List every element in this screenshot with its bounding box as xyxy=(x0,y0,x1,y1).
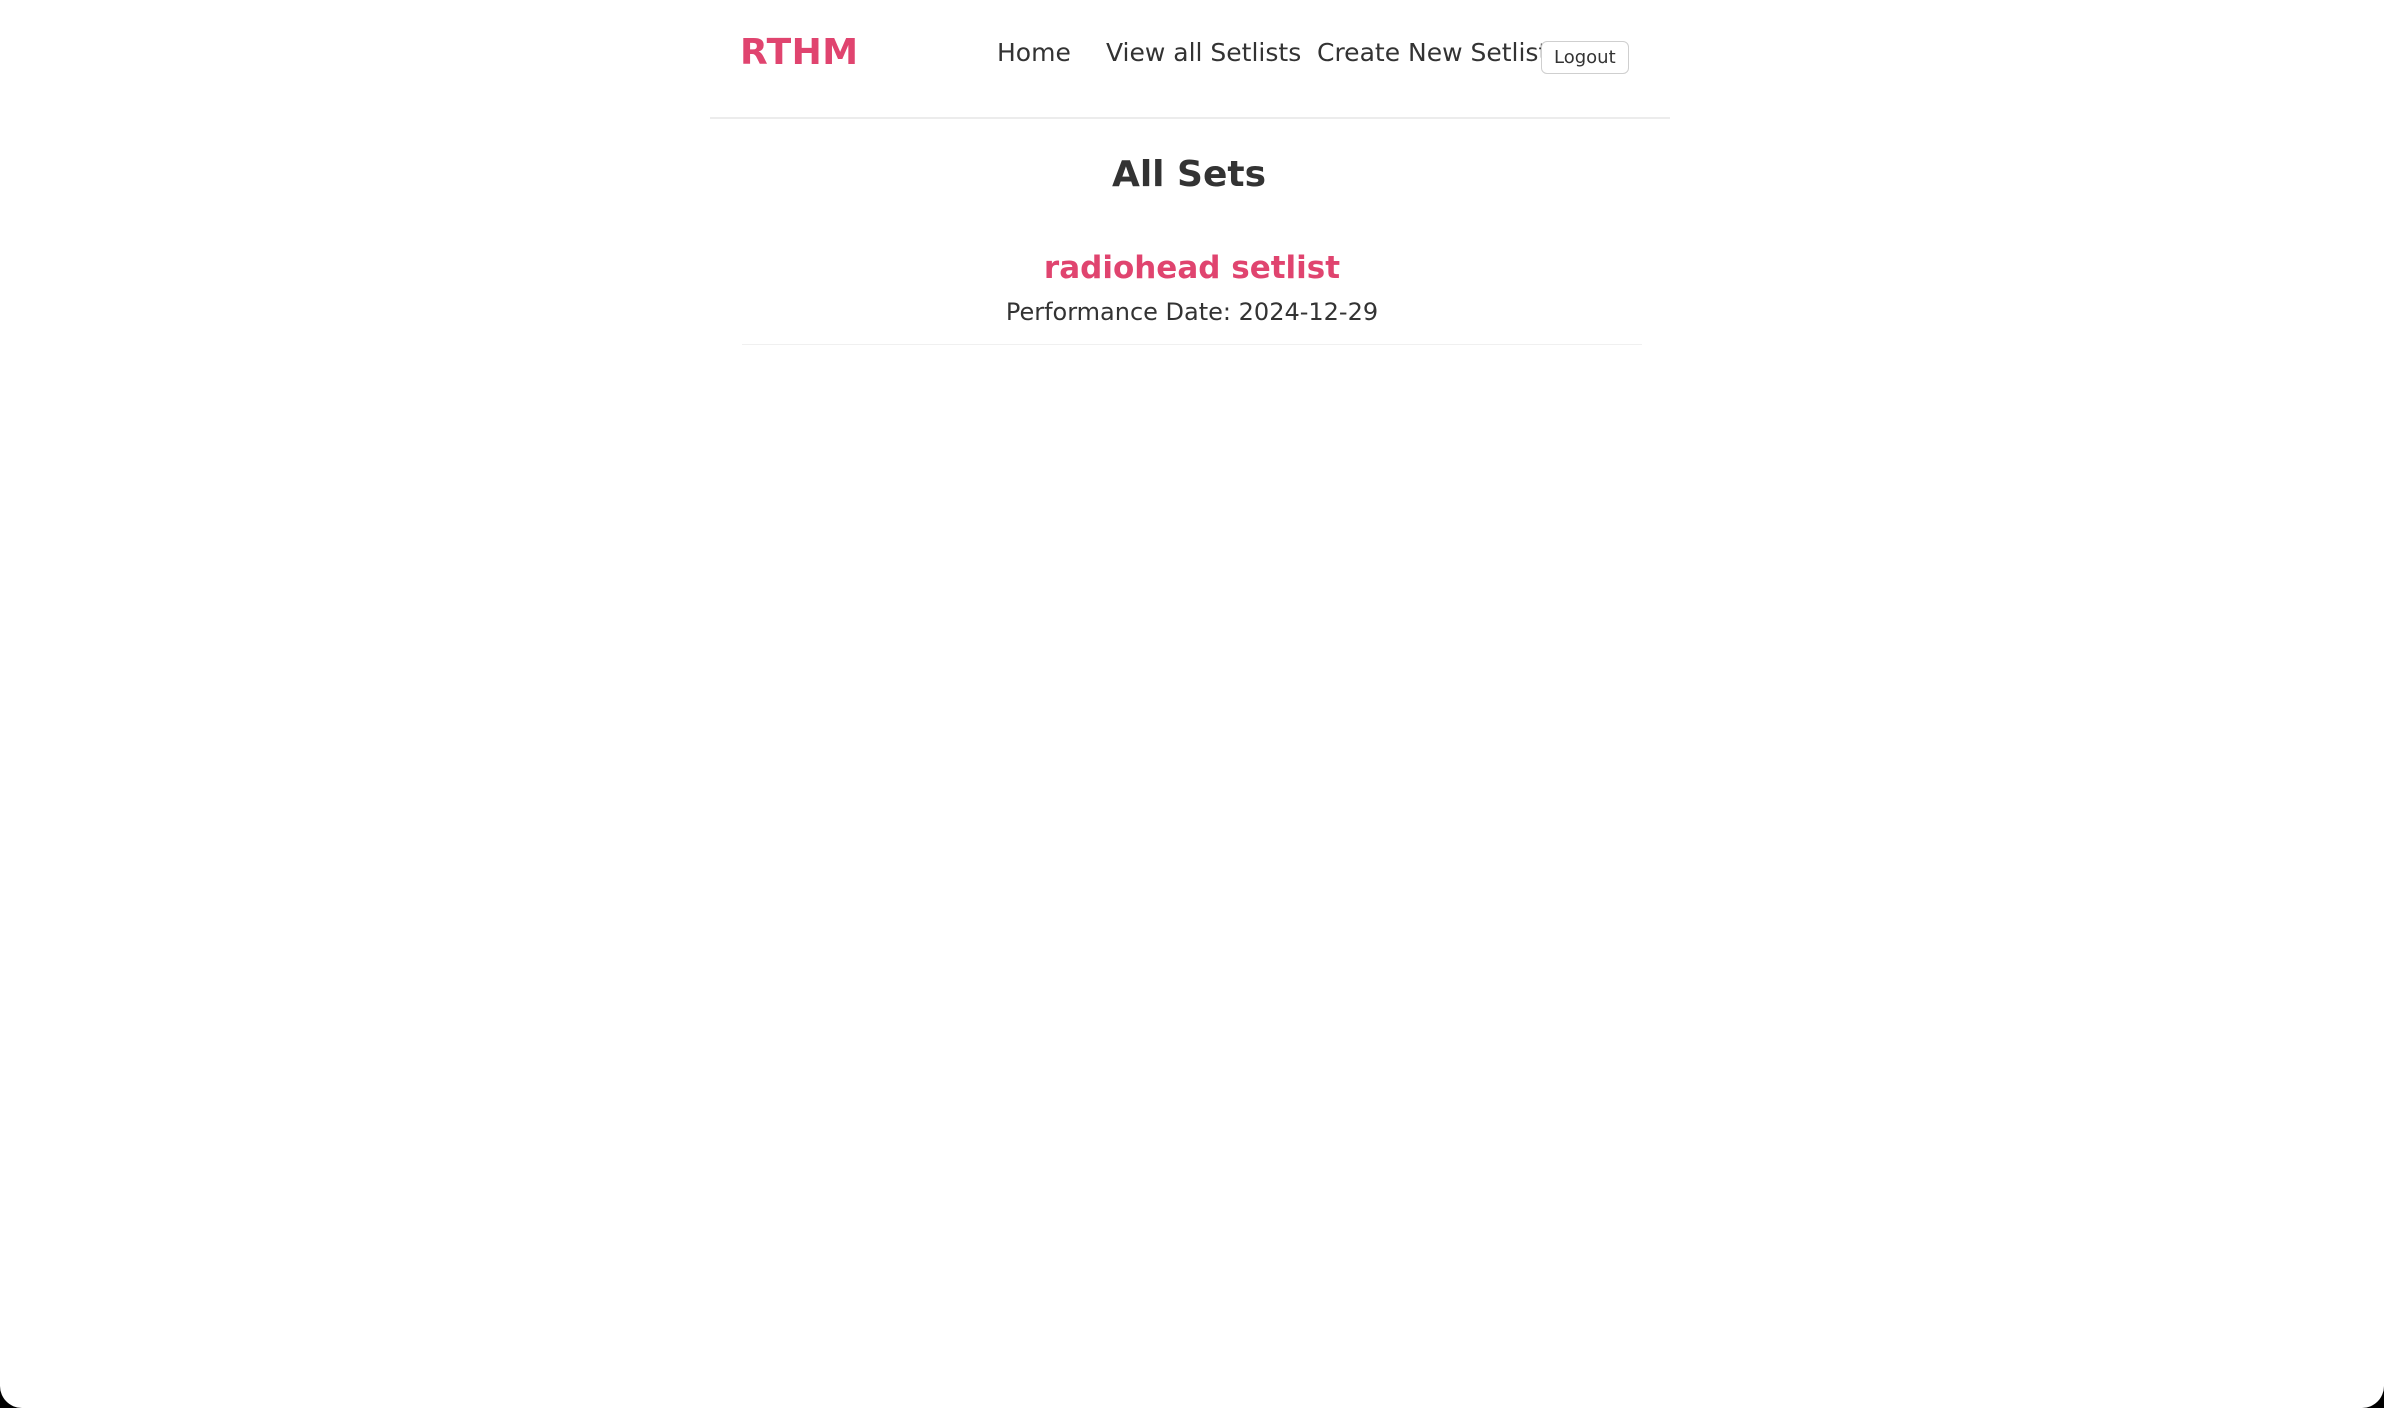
nav-link-view-all-setlists[interactable]: View all Setlists xyxy=(1106,38,1301,67)
top-navbar: RTHM Home View all Setlists Create New S… xyxy=(710,0,1670,119)
brand-logo-link[interactable]: RTHM xyxy=(740,32,859,73)
page-title: All Sets xyxy=(1111,154,1267,195)
performance-date: Performance Date: 2024-12-29 xyxy=(742,294,1642,330)
nav-link-home[interactable]: Home xyxy=(997,38,1071,67)
setlist-title-link[interactable]: radiohead setlist xyxy=(742,244,1642,290)
browser-viewport: RTHM Home View all Setlists Create New S… xyxy=(0,0,2384,1408)
setlist-list: radiohead setlist Performance Date: 2024… xyxy=(742,244,1642,345)
performance-date-value: 2024-12-29 xyxy=(1238,298,1379,326)
logout-button[interactable]: Logout xyxy=(1541,41,1629,74)
performance-date-label: Performance Date: xyxy=(1005,298,1232,326)
list-item: radiohead setlist Performance Date: 2024… xyxy=(742,244,1642,345)
nav-link-create-new-setlist[interactable]: Create New Setlist xyxy=(1317,38,1548,67)
